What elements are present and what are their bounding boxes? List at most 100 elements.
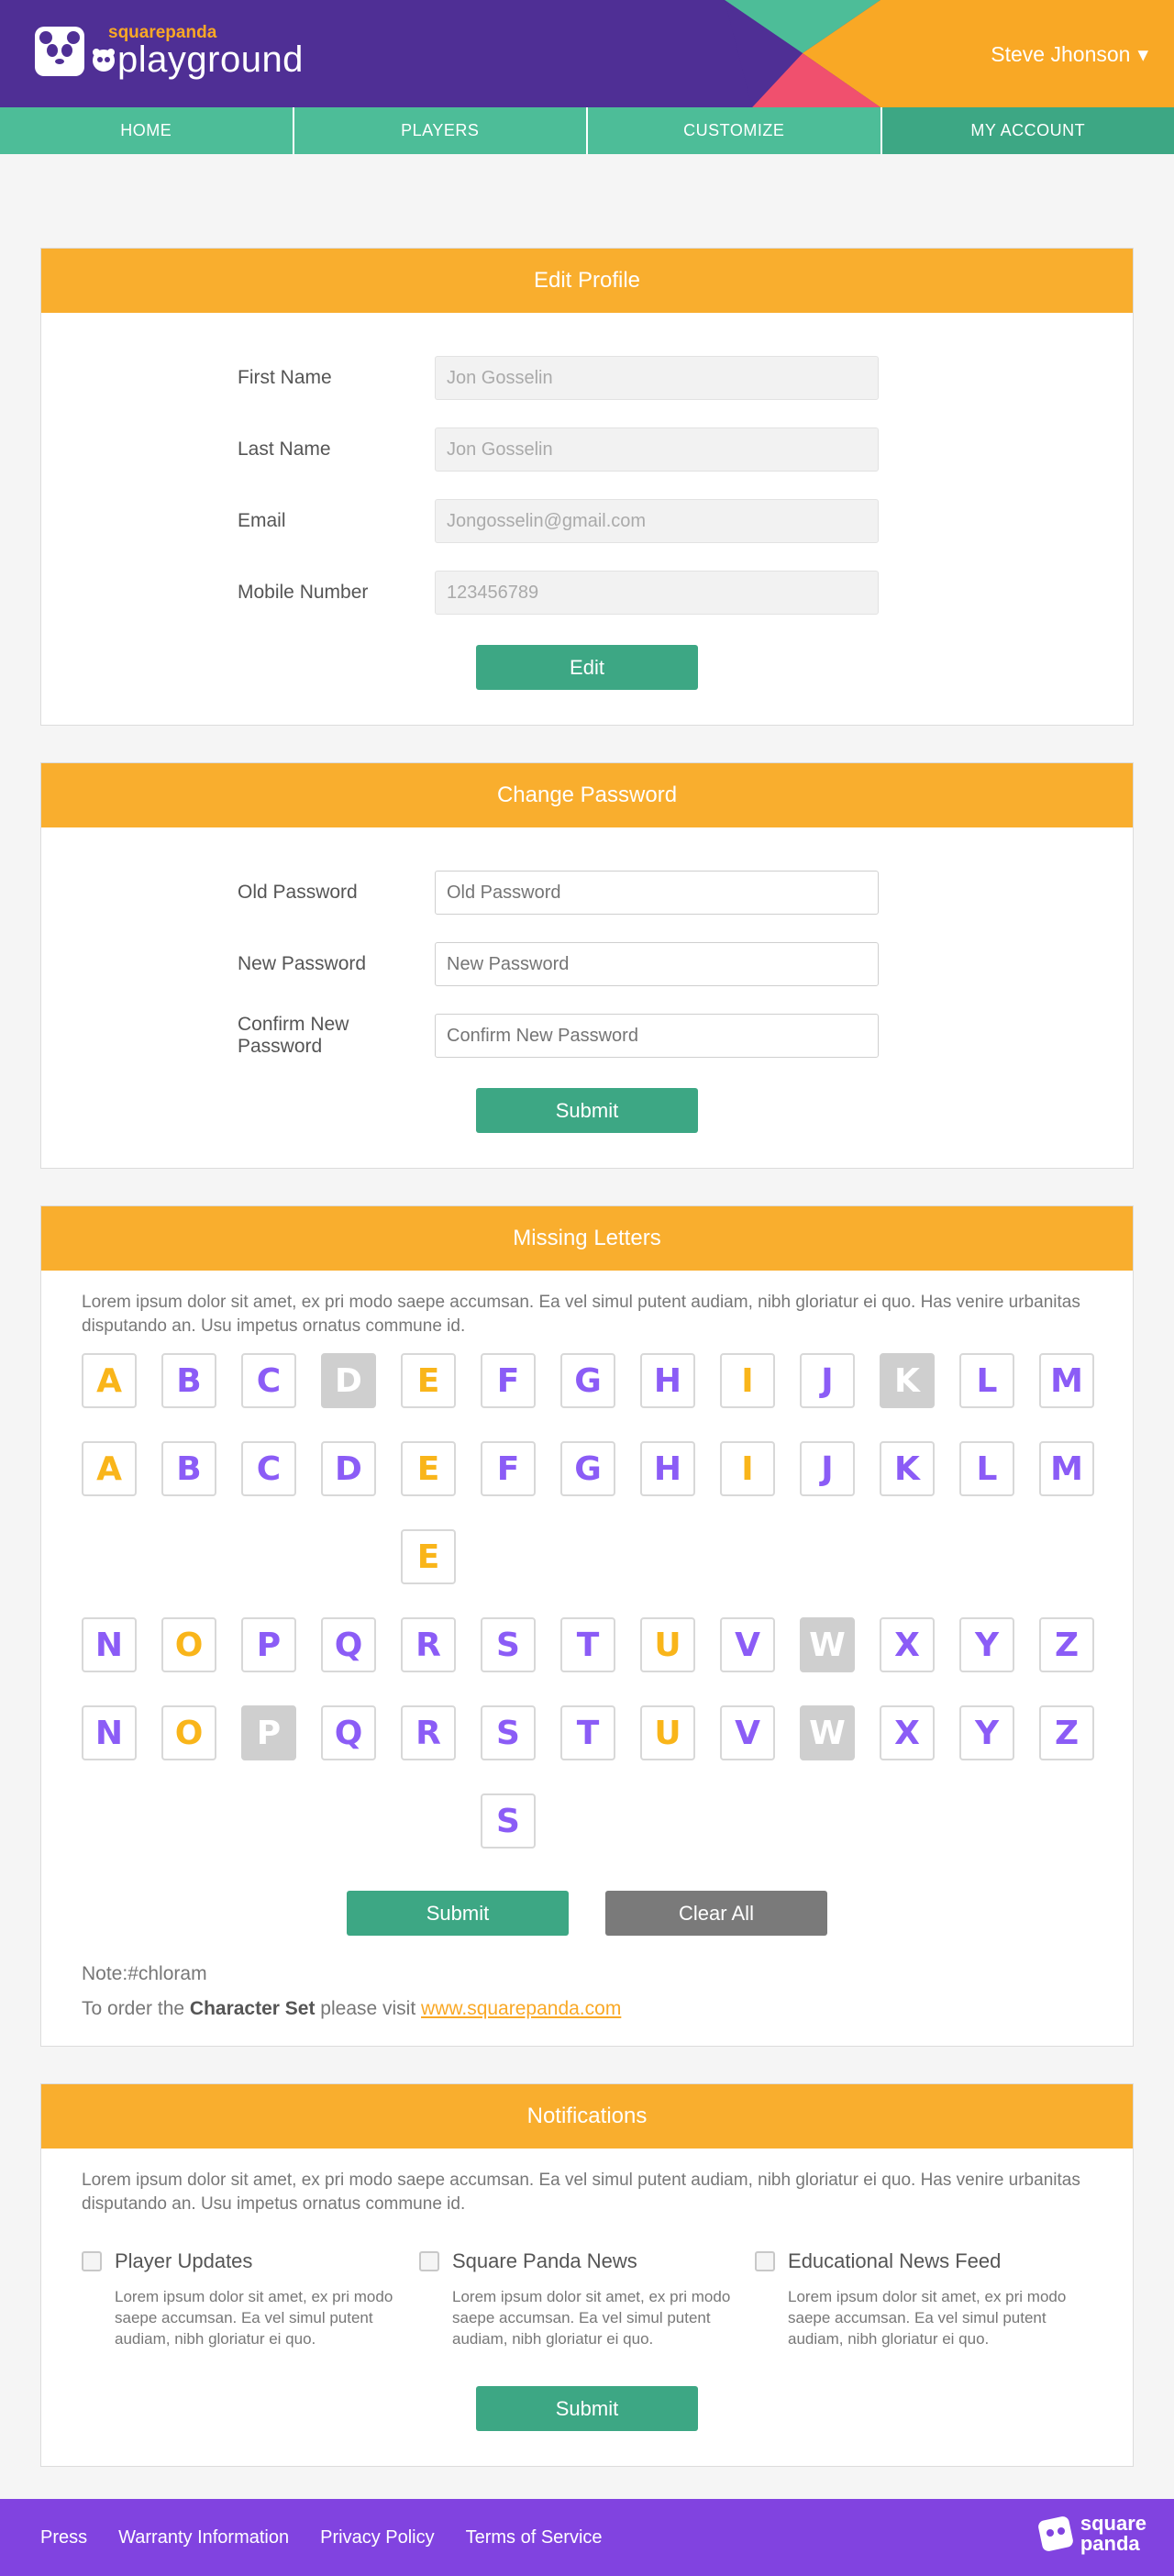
letter-tile-s[interactable]: S	[481, 1793, 536, 1849]
player-updates-checkbox[interactable]	[82, 2251, 102, 2271]
footer-link-press[interactable]: Press	[40, 2527, 87, 2548]
letter-tile-n[interactable]: N	[82, 1617, 137, 1672]
old-password-field[interactable]	[435, 871, 879, 915]
email-field[interactable]	[435, 499, 879, 543]
letter-tile-n[interactable]: N	[82, 1705, 137, 1760]
letter-tile-f[interactable]: F	[481, 1441, 536, 1496]
letter-tile-d[interactable]: D	[321, 1441, 376, 1496]
square-panda-news-checkbox[interactable]	[419, 2251, 439, 2271]
footer-link-terms[interactable]: Terms of Service	[466, 2527, 603, 2548]
letter-tile-f[interactable]: F	[481, 1353, 536, 1408]
letter-tile-x[interactable]: X	[880, 1617, 935, 1672]
letter-tile-j[interactable]: J	[800, 1441, 855, 1496]
missing-letters-panel: Missing Letters Lorem ipsum dolor sit am…	[40, 1205, 1134, 2047]
letter-tile-u[interactable]: U	[640, 1617, 695, 1672]
letter-tile-q[interactable]: Q	[321, 1705, 376, 1760]
square-panda-news-label: Square Panda News	[452, 2249, 637, 2273]
letter-row: NOPQRSTUVWXYZ	[82, 1617, 1133, 1705]
letter-grid: ABCDEFGHIJKLMABCDEFGHIJKLMENOPQRSTUVWXYZ…	[41, 1338, 1133, 1882]
change-password-panel: Change Password Old Password New Passwor…	[40, 762, 1134, 1169]
email-label: Email	[238, 510, 435, 532]
footer-link-warranty[interactable]: Warranty Information	[118, 2527, 289, 2548]
letter-tile-m[interactable]: M	[1039, 1353, 1094, 1408]
letter-tile-y[interactable]: Y	[959, 1617, 1014, 1672]
letter-tile-a[interactable]: A	[82, 1441, 137, 1496]
footer-link-privacy[interactable]: Privacy Policy	[320, 2527, 434, 2548]
letter-tile-h[interactable]: H	[640, 1441, 695, 1496]
letters-submit-button[interactable]: Submit	[347, 1891, 569, 1936]
letter-tile-g[interactable]: G	[560, 1353, 615, 1408]
nav-customize[interactable]: CUSTOMIZE	[588, 107, 882, 154]
letter-tile-x[interactable]: X	[880, 1705, 935, 1760]
nav-players[interactable]: PLAYERS	[294, 107, 589, 154]
change-password-submit-button[interactable]: Submit	[476, 1088, 698, 1133]
letter-tile-s[interactable]: S	[481, 1617, 536, 1672]
letter-tile-e[interactable]: E	[401, 1529, 456, 1584]
letter-row: ABCDEFGHIJKLM	[82, 1441, 1133, 1529]
letter-tile-i[interactable]: I	[720, 1353, 775, 1408]
nav-home[interactable]: HOME	[0, 107, 294, 154]
footer-logo[interactable]: square panda	[1036, 2514, 1146, 2554]
first-name-label: First Name	[238, 367, 435, 389]
letter-tile-v[interactable]: V	[720, 1617, 775, 1672]
letter-tile-o[interactable]: O	[161, 1617, 216, 1672]
letter-tile-a[interactable]: A	[82, 1353, 137, 1408]
mobile-number-field[interactable]	[435, 571, 879, 615]
letter-tile-j[interactable]: J	[800, 1353, 855, 1408]
nav-my-account[interactable]: MY ACCOUNT	[882, 107, 1174, 154]
letter-tile-b[interactable]: B	[161, 1441, 216, 1496]
letter-tile-v[interactable]: V	[720, 1705, 775, 1760]
letter-tile-g[interactable]: G	[560, 1441, 615, 1496]
brand-logo[interactable]: squarepanda playground	[33, 24, 304, 78]
new-password-field[interactable]	[435, 942, 879, 986]
letter-tile-t[interactable]: T	[560, 1617, 615, 1672]
letter-tile-e[interactable]: E	[401, 1441, 456, 1496]
footer: Press Warranty Information Privacy Polic…	[0, 2499, 1174, 2576]
letter-tile-c[interactable]: C	[241, 1441, 296, 1496]
note-text: Note:#chloram	[41, 1936, 1133, 1985]
letter-tile-o[interactable]: O	[161, 1705, 216, 1760]
letter-tile-w[interactable]: W	[800, 1705, 855, 1760]
educational-news-feed-desc: Lorem ipsum dolor sit amet, ex pri modo …	[755, 2273, 1067, 2349]
letter-tile-u[interactable]: U	[640, 1705, 695, 1760]
letter-tile-p[interactable]: P	[241, 1617, 296, 1672]
letter-tile-w[interactable]: W	[800, 1617, 855, 1672]
letter-tile-m[interactable]: M	[1039, 1441, 1094, 1496]
letter-tile-l[interactable]: L	[959, 1353, 1014, 1408]
letter-tile-k[interactable]: K	[880, 1353, 935, 1408]
edit-button[interactable]: Edit	[476, 645, 698, 690]
letter-tile-e[interactable]: E	[401, 1353, 456, 1408]
letter-tile-z[interactable]: Z	[1039, 1617, 1094, 1672]
letter-tile-z[interactable]: Z	[1039, 1705, 1094, 1760]
first-name-field[interactable]	[435, 356, 879, 400]
letter-tile-t[interactable]: T	[560, 1705, 615, 1760]
last-name-field[interactable]	[435, 427, 879, 472]
letter-tile-l[interactable]: L	[959, 1441, 1014, 1496]
letter-tile-q[interactable]: Q	[321, 1617, 376, 1672]
letter-row: NOPQRSTUVWXYZ	[82, 1705, 1133, 1793]
letter-tile-c[interactable]: C	[241, 1353, 296, 1408]
order-prefix: To order the	[82, 1998, 190, 2019]
confirm-password-field[interactable]	[435, 1014, 879, 1058]
letter-tile-k[interactable]: K	[880, 1441, 935, 1496]
notifications-submit-button[interactable]: Submit	[476, 2386, 698, 2431]
letter-row: S	[82, 1793, 1133, 1882]
clear-all-button[interactable]: Clear All	[605, 1891, 827, 1936]
notification-option-educational-news-feed: Educational News Feed Lorem ipsum dolor …	[755, 2249, 1092, 2349]
letter-tile-r[interactable]: R	[401, 1705, 456, 1760]
panda-logo-icon	[33, 25, 86, 78]
letter-tile-b[interactable]: B	[161, 1353, 216, 1408]
letter-tile-y[interactable]: Y	[959, 1705, 1014, 1760]
squarepanda-link[interactable]: www.squarepanda.com	[421, 1998, 621, 2019]
letter-tile-h[interactable]: H	[640, 1353, 695, 1408]
notification-option-player-updates: Player Updates Lorem ipsum dolor sit ame…	[82, 2249, 419, 2349]
educational-news-feed-checkbox[interactable]	[755, 2251, 775, 2271]
letter-tile-i[interactable]: I	[720, 1441, 775, 1496]
letter-tile-s[interactable]: S	[481, 1705, 536, 1760]
notification-option-square-panda-news: Square Panda News Lorem ipsum dolor sit …	[419, 2249, 755, 2349]
notifications-panel: Notifications Lorem ipsum dolor sit amet…	[40, 2083, 1134, 2467]
letter-tile-d[interactable]: D	[321, 1353, 376, 1408]
letter-tile-r[interactable]: R	[401, 1617, 456, 1672]
letter-tile-p[interactable]: P	[241, 1705, 296, 1760]
user-menu[interactable]: Steve Jhonson ▾	[991, 42, 1148, 67]
